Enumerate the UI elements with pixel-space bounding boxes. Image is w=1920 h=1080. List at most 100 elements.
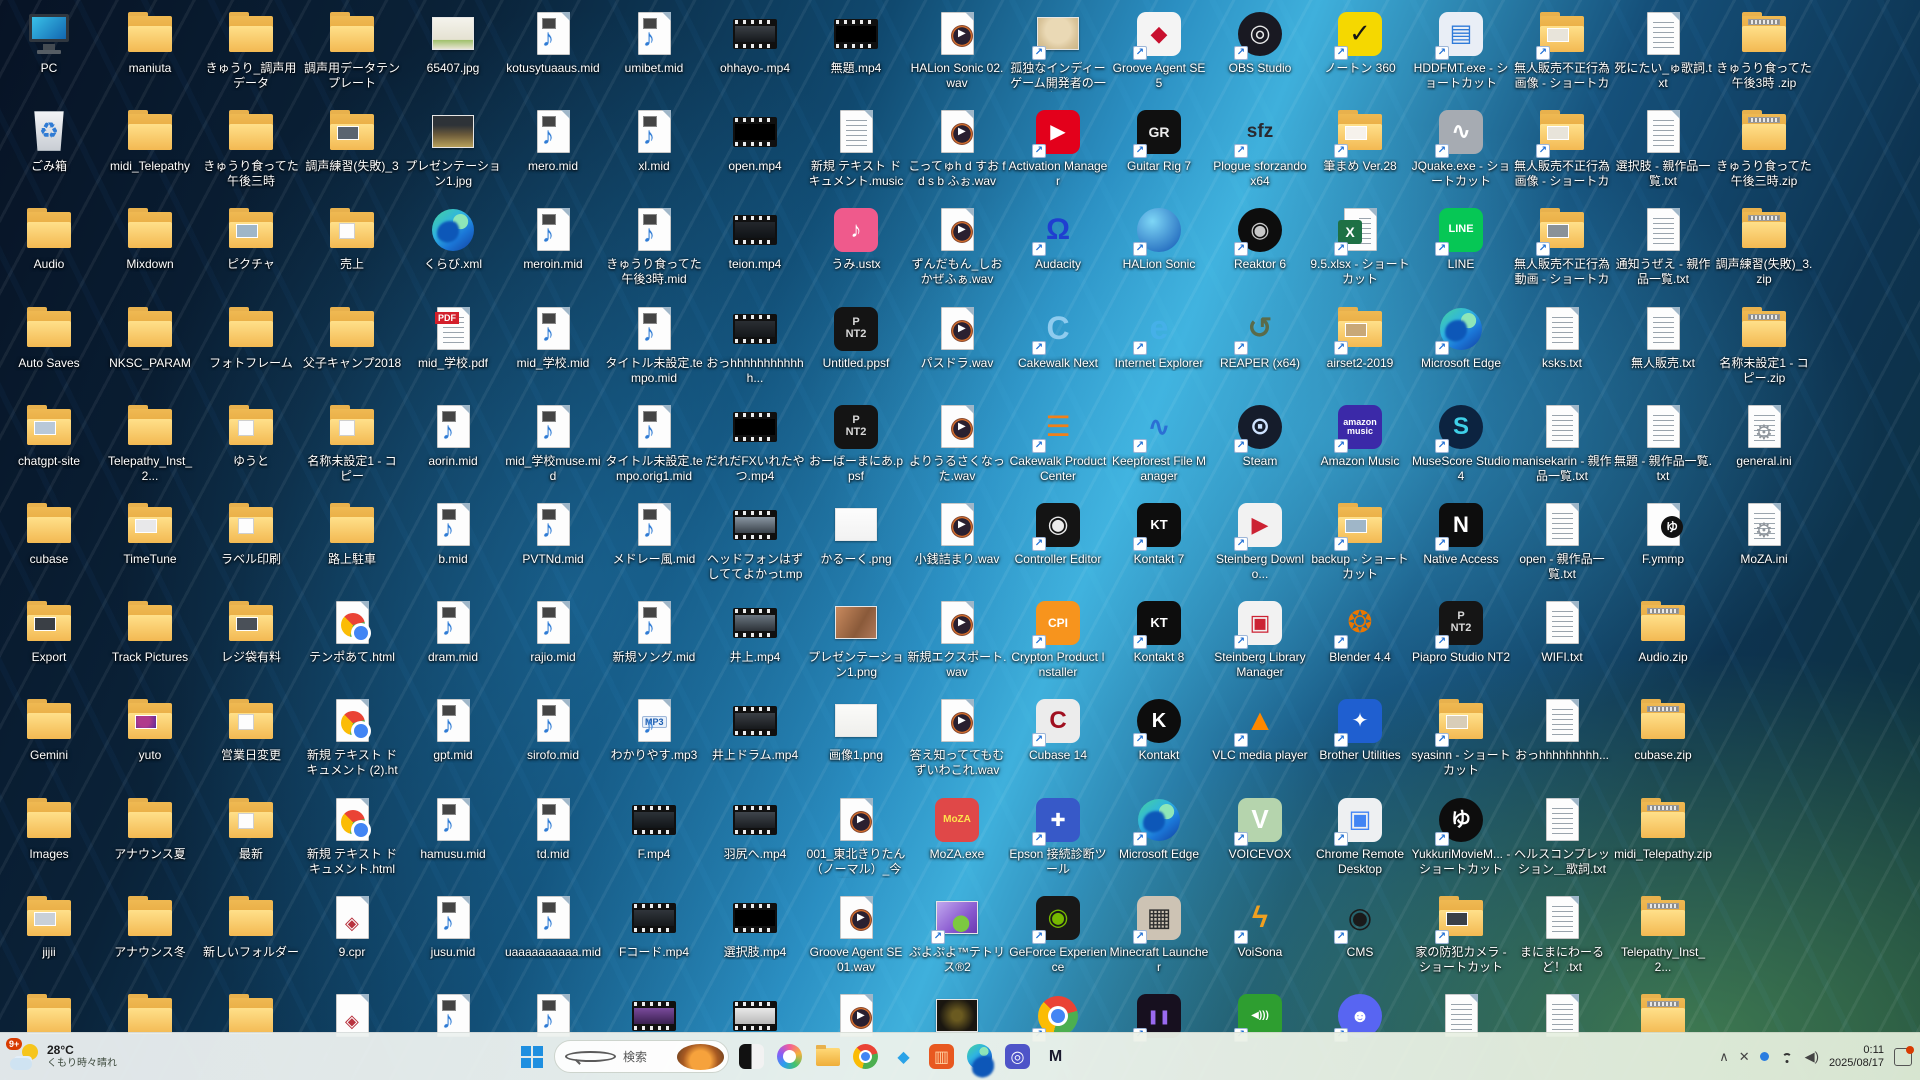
desktop-icon[interactable]: プレゼンテーション1.png [806, 599, 906, 680]
desktop-icon[interactable]: ✓↗ノートン 360 [1310, 10, 1410, 76]
desktop-icon[interactable]: ☰↗Cakewalk Product Center [1008, 403, 1108, 484]
desktop-icon[interactable]: ↗Microsoft Edge [1411, 305, 1511, 371]
desktop-icon[interactable]: ◉↗CMS [1310, 894, 1410, 960]
desktop-icon[interactable]: ♪umibet.mid [604, 10, 704, 76]
wifi-icon[interactable] [1779, 1051, 1795, 1063]
desktop-icon[interactable]: Mixdown [100, 206, 200, 272]
tray-blue-dot-icon[interactable] [1760, 1052, 1769, 1061]
desktop-icon[interactable]: Groove Agent SE 01.wav [806, 894, 906, 975]
desktop-icon[interactable]: ↗無人販売不正行為 動画 - ショートカット [1512, 206, 1612, 288]
desktop-icon[interactable]: Export [0, 599, 99, 665]
desktop-icon[interactable]: プレゼンテーション1.jpg [403, 108, 503, 189]
desktop-icon[interactable]: おっhhhhhhhhhhhh... [705, 305, 805, 386]
desktop-icon[interactable]: ∿↗Keepforest File Manager [1109, 403, 1209, 484]
desktop-icon[interactable]: 父子キャンプ2018 [302, 305, 402, 371]
desktop-icon[interactable]: NKSC_PARAM [100, 305, 200, 371]
taskbar-app-mail-app[interactable]: ◆ [890, 1043, 917, 1070]
desktop-icon[interactable]: ❂↗Blender 4.4 [1310, 599, 1410, 665]
desktop-icon[interactable]: フォトフレーム [201, 305, 301, 371]
taskbar-app-edge[interactable] [966, 1043, 993, 1070]
desktop-icon[interactable]: Images [0, 796, 99, 862]
desktop-icon[interactable]: 新規エクスポート.wav [907, 599, 1007, 680]
desktop-icon[interactable]: アナウンス冬 [100, 894, 200, 960]
desktop-icon[interactable]: ◆↗Groove Agent SE 5 [1109, 10, 1209, 91]
desktop-icon[interactable]: Ω↗Audacity [1008, 206, 1108, 272]
desktop-icon[interactable]: ↗孤独なインディーゲーム開発者の一生 ... [1008, 10, 1108, 92]
desktop-icon[interactable]: midi_Telepathy.zip [1613, 796, 1713, 862]
desktop-icon[interactable]: P NT2おーばーまにあ.ppsf [806, 403, 906, 484]
taskbar-app-chrome[interactable] [852, 1043, 879, 1070]
desktop-icon[interactable]: sfz↗Plogue sforzando x64 [1210, 108, 1310, 189]
desktop-icon[interactable]: ヘッドフォンはずしててよかっt.mp4 [705, 501, 805, 583]
desktop-icon[interactable]: chatgpt-site [0, 403, 99, 469]
desktop-icon[interactable]: e↗Internet Explorer [1109, 305, 1209, 371]
desktop-icon[interactable]: C↗Cakewalk Next [1008, 305, 1108, 371]
desktop-icon[interactable]: ↗Microsoft Edge [1109, 796, 1209, 862]
desktop-icon[interactable]: ♪mid_学校muse.mid [503, 403, 603, 484]
desktop-icon[interactable]: 調声練習(失敗)_3 [302, 108, 402, 174]
desktop-icon[interactable]: よりうるさくなった.wav [907, 403, 1007, 484]
desktop-icon[interactable]: ✦↗Brother Utilities [1310, 697, 1410, 763]
desktop-icon[interactable]: ▦↗Minecraft Launcher [1109, 894, 1209, 975]
desktop-icon[interactable]: まにまにわーるど！.txt [1512, 894, 1612, 975]
desktop-icon[interactable]: くらび.xml [403, 206, 503, 272]
desktop-icon[interactable]: ◉↗Reaktor 6 [1210, 206, 1310, 272]
desktop-icon[interactable]: 井上.mp4 [705, 599, 805, 665]
desktop-icon[interactable]: レジ袋有料 [201, 599, 301, 665]
desktop-icon[interactable]: WIFI.txt [1512, 599, 1612, 665]
desktop-icon[interactable]: Audio [0, 206, 99, 272]
desktop-icon[interactable]: 名称未設定1 - コピー [302, 403, 402, 484]
desktop-icon[interactable]: 無題 - 親作品一覧.txt [1613, 403, 1713, 484]
search-box[interactable]: 検索 [554, 1040, 729, 1073]
tray-x-icon[interactable]: ✕ [1739, 1049, 1750, 1065]
desktop-icon[interactable]: yuto [100, 697, 200, 763]
desktop-icon[interactable]: ⊙↗Steam [1210, 403, 1310, 469]
desktop-icon[interactable]: ♻ごみ箱 [0, 108, 99, 174]
desktop-icon[interactable]: 無人販売.txt [1613, 305, 1713, 371]
desktop-icon[interactable]: ♪きゅうり食ってた午後3時.mid [604, 206, 704, 287]
desktop-icon[interactable]: ♪新規ソング.mid [604, 599, 704, 665]
taskbar-app-discord[interactable]: ◎ [1004, 1043, 1031, 1070]
desktop-icon[interactable]: ♪meroin.mid [503, 206, 603, 272]
desktop-icon[interactable]: 営業日変更 [201, 697, 301, 763]
desktop-icon[interactable]: CPI↗Crypton Product Installer [1008, 599, 1108, 680]
desktop-icon[interactable]: ♪mero.mid [503, 108, 603, 174]
desktop-icon[interactable]: ♪うみ.ustx [806, 206, 906, 272]
desktop-icon[interactable]: 新規 テキスト ドキュメント (2).html [302, 697, 402, 779]
desktop-icon[interactable]: ▶↗Activation Manager [1008, 108, 1108, 189]
desktop-icon[interactable]: 選択肢.mp4 [705, 894, 805, 960]
notification-icon[interactable] [1894, 1048, 1912, 1066]
taskbar-app-phone-link[interactable] [738, 1043, 765, 1070]
desktop-icon[interactable]: ラベル印刷 [201, 501, 301, 567]
desktop-icon[interactable]: ♪mid_学校.mid [503, 305, 603, 371]
desktop-icon[interactable]: Track Pictures [100, 599, 200, 665]
start-button[interactable] [518, 1043, 545, 1070]
desktop-icon[interactable]: ♪dram.mid [403, 599, 503, 665]
desktop-icon[interactable]: 小銭詰まり.wav [907, 501, 1007, 567]
desktop-icon[interactable]: F.mp4 [604, 796, 704, 862]
desktop-icon[interactable]: manisekarin - 親作品一覧.txt [1512, 403, 1612, 484]
desktop-icon[interactable]: きゅうり食ってた午後3時 .zip [1714, 10, 1814, 91]
desktop-icon[interactable]: ♪タイトル未設定.tempo.orig1.mid [604, 403, 704, 484]
desktop-icon[interactable]: ♪sirofo.mid [503, 697, 603, 763]
desktop-icon[interactable]: ▤↗HDDFMT.exe - ショートカット [1411, 10, 1511, 91]
desktop-icon[interactable]: open.mp4 [705, 108, 805, 174]
desktop-icon[interactable]: アナウンス夏 [100, 796, 200, 862]
desktop-icon[interactable]: N↗Native Access [1411, 501, 1511, 567]
desktop-icon[interactable]: Fコード.mp4 [604, 894, 704, 960]
desktop-icon[interactable]: P NT2↗Piapro Studio NT2 [1411, 599, 1511, 665]
desktop-icon[interactable]: S↗MuseScore Studio 4 [1411, 403, 1511, 484]
desktop-icon[interactable]: ♪PVTNd.mid [503, 501, 603, 567]
search-highlight-image[interactable] [677, 1044, 724, 1070]
desktop-icon[interactable]: Audio.zip [1613, 599, 1713, 665]
desktop-icon[interactable]: MP3♪わかりやす.mp3 [604, 697, 704, 763]
desktop-icon[interactable]: 最新 [201, 796, 301, 862]
desktop-icon[interactable]: ♪gpt.mid [403, 697, 503, 763]
desktop-icon[interactable]: ゆF.ymmp [1613, 501, 1713, 567]
desktop-icon[interactable]: jijii [0, 894, 99, 960]
desktop-icon[interactable]: 調声練習(失敗)_3.zip [1714, 206, 1814, 287]
desktop-icon[interactable]: ↗無人販売不正行為 画像 - ショートカット [1512, 108, 1612, 190]
desktop-icon[interactable]: かるーく.png [806, 501, 906, 567]
desktop-icon[interactable]: 新しいフォルダー [201, 894, 301, 960]
desktop-icon[interactable]: きゅうり食ってた午後三時 [201, 108, 301, 189]
